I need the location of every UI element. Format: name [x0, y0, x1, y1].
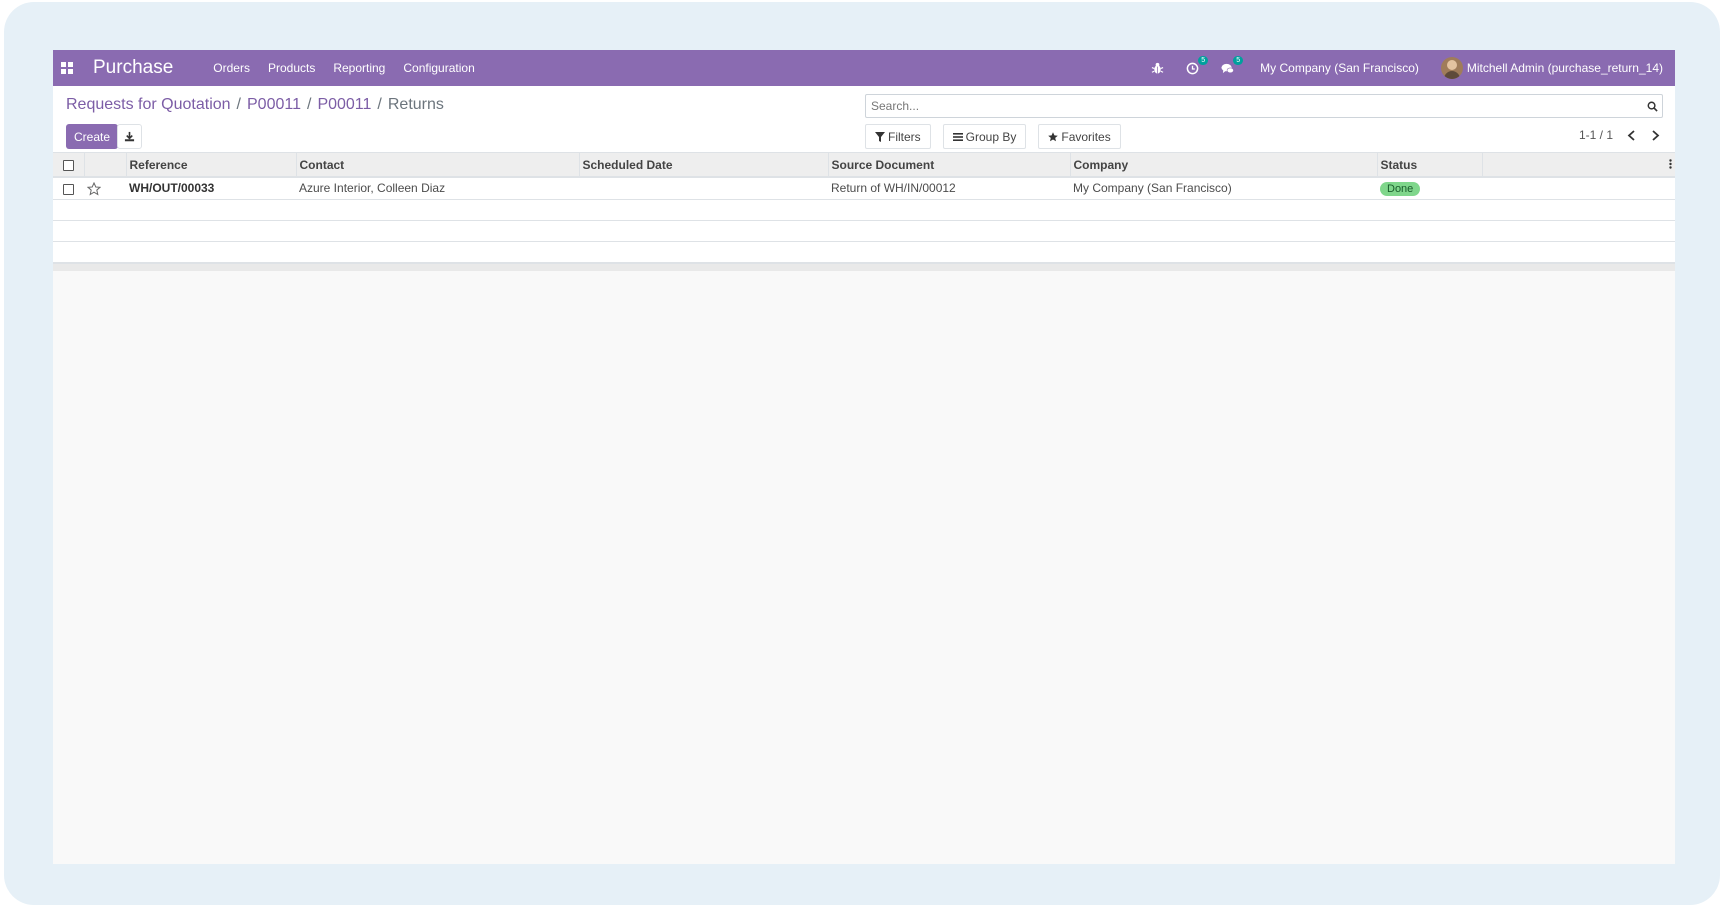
create-button[interactable]: Create	[66, 124, 119, 149]
cell-reference: WH/OUT/00033	[126, 177, 296, 200]
table-row[interactable]: WH/OUT/00033 Azure Interior, Colleen Dia…	[53, 177, 1675, 200]
row-favorite-cell	[84, 177, 126, 200]
table-footer	[53, 262, 1675, 271]
app-title[interactable]: Purchase	[93, 57, 173, 79]
cell-status: Done	[1377, 177, 1482, 200]
company-switcher[interactable]: My Company (San Francisco)	[1260, 61, 1419, 75]
list-icon	[952, 132, 963, 141]
menu-configuration[interactable]: Configuration	[403, 61, 474, 75]
cell-contact: Azure Interior, Colleen Diaz	[296, 177, 579, 200]
filters-button[interactable]: Filters	[865, 124, 931, 149]
table-header-row: Reference Contact Scheduled Date Source …	[53, 153, 1675, 178]
menu-orders[interactable]: Orders	[213, 61, 250, 75]
row-select-cell	[53, 177, 84, 200]
pager-value[interactable]: 1-1 / 1	[1579, 128, 1613, 142]
breadcrumb-separator: /	[236, 96, 241, 113]
messages-count-badge: 5	[1233, 55, 1244, 65]
breadcrumb-p00011-second[interactable]: P00011	[317, 96, 371, 114]
control-panel: Requests for Quotation / P00011 / P00011…	[53, 86, 1675, 153]
star-icon	[1048, 131, 1059, 141]
cell-scheduled-date	[579, 177, 828, 200]
breadcrumb-p00011-first[interactable]: P00011	[247, 96, 301, 114]
breadcrumb: Requests for Quotation / P00011 / P00011…	[66, 96, 444, 114]
status-badge: Done	[1380, 181, 1421, 196]
user-avatar	[1440, 57, 1463, 79]
favorite-header	[84, 153, 127, 178]
column-reference[interactable]: Reference	[126, 153, 297, 178]
download-icon	[124, 131, 135, 142]
column-company[interactable]: Company	[1070, 153, 1378, 178]
cell-company: My Company (San Francisco)	[1070, 177, 1377, 200]
pager: 1-1 / 1	[1579, 128, 1661, 142]
user-name: Mitchell Admin (purchase_return_14)	[1466, 61, 1663, 75]
empty-row	[53, 241, 1675, 263]
export-button[interactable]	[117, 124, 142, 149]
empty-row	[53, 199, 1675, 221]
breadcrumb-current: Returns	[387, 96, 444, 113]
group-by-label: Group By	[965, 129, 1017, 144]
select-all-checkbox[interactable]	[62, 159, 74, 171]
menu-products[interactable]: Products	[268, 61, 315, 75]
filter-icon	[875, 131, 885, 142]
favorites-label: Favorites	[1061, 129, 1111, 144]
menu-reporting[interactable]: Reporting	[333, 61, 385, 75]
star-outline-icon[interactable]	[86, 181, 102, 196]
row-checkbox[interactable]	[63, 183, 74, 195]
breadcrumb-separator: /	[306, 96, 312, 113]
filters-label: Filters	[888, 129, 921, 144]
group-by-button[interactable]: Group By	[942, 124, 1027, 149]
apps-menu-icon[interactable]	[53, 50, 81, 86]
activity-count-badge: 5	[1198, 55, 1209, 65]
search-bar	[865, 94, 1663, 118]
empty-row	[53, 220, 1675, 242]
navbar-systray: 5 5 My Company (San Francisco) Mitchell …	[1129, 50, 1663, 86]
select-all-header	[53, 153, 85, 178]
chevron-left-icon	[1627, 129, 1635, 141]
column-status[interactable]: Status	[1377, 153, 1483, 178]
chevron-right-icon	[1651, 129, 1659, 141]
returns-list-table: Reference Contact Scheduled Date Source …	[53, 153, 1675, 263]
top-navbar: Purchase Orders Products Reporting Confi…	[53, 50, 1675, 86]
cell-options	[1482, 177, 1675, 200]
pager-previous-button[interactable]	[1625, 129, 1637, 141]
odoo-app: Purchase Orders Products Reporting Confi…	[53, 50, 1675, 864]
user-menu[interactable]: Mitchell Admin (purchase_return_14)	[1440, 57, 1663, 79]
pager-next-button[interactable]	[1649, 129, 1661, 141]
activity-clock-icon[interactable]: 5	[1186, 55, 1209, 75]
column-options-header	[1482, 153, 1675, 178]
search-options: Filters Group By Favorites	[865, 124, 1121, 149]
column-contact[interactable]: Contact	[296, 153, 580, 178]
breadcrumb-rfq[interactable]: Requests for Quotation	[66, 96, 231, 114]
favorites-button[interactable]: Favorites	[1038, 124, 1121, 149]
column-options-icon[interactable]	[1669, 158, 1672, 172]
search-icon[interactable]	[1642, 101, 1662, 112]
column-scheduled-date[interactable]: Scheduled Date	[579, 153, 829, 178]
debug-bug-icon[interactable]	[1151, 62, 1164, 75]
column-source-document[interactable]: Source Document	[828, 153, 1071, 178]
cell-source-document: Return of WH/IN/00012	[828, 177, 1070, 200]
messages-chat-icon[interactable]: 5	[1221, 55, 1244, 75]
breadcrumb-separator: /	[377, 96, 382, 113]
search-input[interactable]	[866, 95, 1642, 117]
